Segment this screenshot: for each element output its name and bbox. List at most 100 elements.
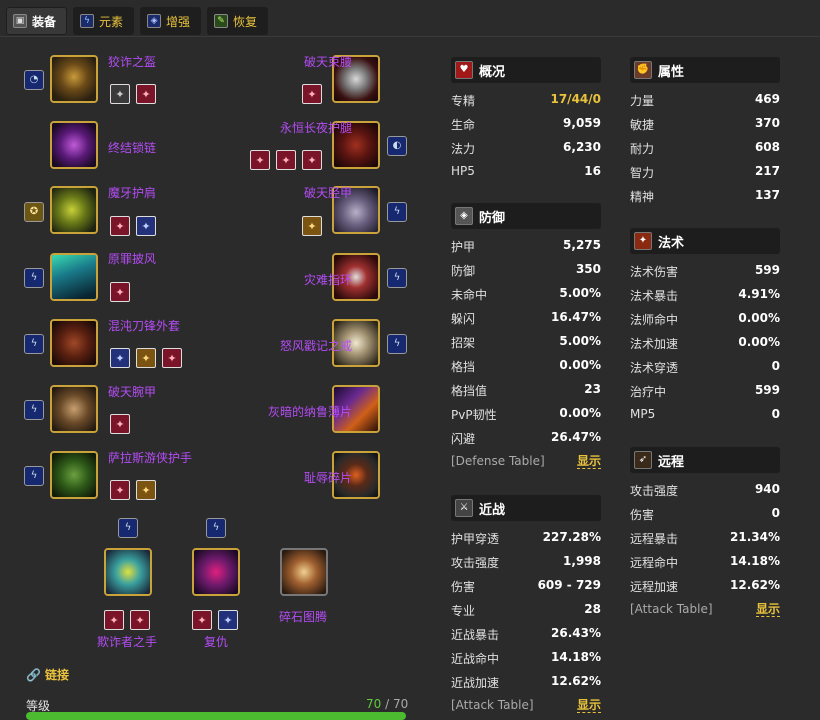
- gear-slot-neck[interactable]: [50, 121, 98, 169]
- stat-value: 137: [754, 188, 780, 202]
- item-name-hands[interactable]: 萨拉斯游侠护手: [108, 449, 192, 466]
- helmet-icon: [52, 57, 96, 101]
- stat-row: 近战加速 12.62%: [451, 670, 601, 694]
- stat-row: 攻击强度 1,998: [451, 550, 601, 574]
- gem-icon[interactable]: ✦: [162, 348, 182, 368]
- gem-icon[interactable]: ✦: [218, 610, 238, 630]
- item-name-neck[interactable]: 终结锁链: [108, 139, 156, 156]
- stat-label: 法术穿透: [630, 361, 679, 375]
- stat-row: 耐力 608: [630, 136, 780, 160]
- table-label: [Attack Table]: [630, 602, 713, 616]
- gear-slot-back[interactable]: [50, 253, 98, 301]
- panel-title: 远程: [658, 454, 685, 470]
- item-name-back[interactable]: 原罪披风: [108, 250, 156, 267]
- link-icon: 🔗: [26, 667, 41, 682]
- enchant-icon[interactable]: ◐: [387, 136, 407, 156]
- item-name-relic[interactable]: 碎石图腾: [279, 608, 327, 625]
- enchant-icon[interactable]: ϟ: [387, 334, 407, 354]
- gem-icon[interactable]: ✦: [302, 84, 322, 104]
- item-name-trinket1[interactable]: 灰暗的纳鲁薄片: [268, 403, 352, 420]
- stat-row: 伤害 609 - 729: [451, 574, 601, 598]
- table-label: [Attack Table]: [451, 698, 534, 712]
- gear-slot-offhand[interactable]: [192, 548, 240, 596]
- enchant-icon[interactable]: ◔: [24, 70, 44, 90]
- stat-value: 0.00%: [738, 311, 780, 325]
- stat-value: 12.62%: [551, 674, 601, 688]
- enchant-icon[interactable]: ϟ: [118, 518, 138, 538]
- stat-row: 闪避 26.47%: [451, 426, 601, 450]
- gear-slot-relic[interactable]: [280, 548, 328, 596]
- tab-elemental[interactable]: ϟ 元素: [73, 7, 135, 35]
- item-name-ring1[interactable]: 灾难指环: [304, 271, 352, 288]
- item-name-chest[interactable]: 混沌刀锋外套: [108, 317, 180, 334]
- enchant-icon[interactable]: ϟ: [206, 518, 226, 538]
- item-name-offhand[interactable]: 复仇: [204, 633, 228, 650]
- gem-icon[interactable]: ✦: [110, 282, 130, 302]
- item-name-ring2[interactable]: 怒风戳记之戒: [280, 337, 352, 354]
- totem-icon: [282, 550, 326, 594]
- panel-header-attributes: ✊ 属性: [630, 57, 780, 83]
- level-progress-bar: [26, 712, 406, 720]
- gem-icon[interactable]: ✦: [110, 348, 130, 368]
- gem-icon[interactable]: ✦: [104, 610, 124, 630]
- stat-value: 1,998: [563, 554, 601, 568]
- stat-row: 法师命中 0.00%: [630, 307, 780, 331]
- item-name-waist[interactable]: 破天束腰: [304, 53, 352, 70]
- stat-row: 生命 9,059: [451, 112, 601, 136]
- enchant-icon[interactable]: ϟ: [387, 202, 407, 222]
- panel-title: 法术: [658, 235, 685, 251]
- enchant-icon[interactable]: ϟ: [24, 466, 44, 486]
- permalink[interactable]: 🔗 链接: [26, 666, 69, 683]
- gem-icon[interactable]: ✦: [276, 150, 296, 170]
- show-table-link[interactable]: 显示: [755, 602, 780, 617]
- gem-icon[interactable]: ✦: [250, 150, 270, 170]
- tab-restoration[interactable]: ✎ 恢复: [207, 7, 269, 35]
- gear-slot-chest[interactable]: [50, 319, 98, 367]
- gem-icon[interactable]: ✦: [136, 348, 156, 368]
- fire-wand-icon: ✦: [634, 232, 652, 250]
- stat-label: 法师命中: [630, 313, 679, 327]
- enchant-icon[interactable]: ϟ: [24, 268, 44, 288]
- stat-label: 精神: [630, 190, 655, 204]
- tab-gear[interactable]: ▣ 装备: [6, 7, 68, 35]
- item-name-feet[interactable]: 破天胫甲: [304, 184, 352, 201]
- gear-slot-mainhand[interactable]: [104, 548, 152, 596]
- table-link-row: [Defense Table] 显示: [451, 450, 601, 474]
- enchant-icon[interactable]: ϟ: [387, 268, 407, 288]
- gem-icon[interactable]: ✦: [110, 414, 130, 434]
- item-name-trinket2[interactable]: 耻辱碎片: [304, 469, 352, 486]
- stat-value: 5,275: [563, 238, 601, 252]
- gem-icon[interactable]: ✦: [192, 610, 212, 630]
- gear-slot-hands[interactable]: [50, 451, 98, 499]
- gem-icon[interactable]: ✦: [302, 216, 322, 236]
- item-name-mainhand[interactable]: 欺诈者之手: [97, 633, 157, 650]
- item-name-wrist[interactable]: 破天腕甲: [108, 383, 156, 400]
- stat-value: 599: [754, 263, 780, 277]
- gem-icon[interactable]: ✦: [110, 216, 130, 236]
- stat-row: 法术穿透 0: [630, 355, 780, 379]
- gear-slot-shoulder[interactable]: [50, 186, 98, 234]
- stat-label: 法术加速: [630, 337, 679, 351]
- gem-icon[interactable]: ✦: [136, 480, 156, 500]
- bracer-icon: [52, 387, 96, 431]
- show-table-link[interactable]: 显示: [576, 698, 601, 713]
- item-name-head[interactable]: 狡诈之盔: [108, 53, 156, 70]
- gem-icon[interactable]: ✦: [302, 150, 322, 170]
- gem-icon[interactable]: ✦: [136, 84, 156, 104]
- stat-label: 法术暴击: [630, 289, 679, 303]
- show-table-link[interactable]: 显示: [576, 454, 601, 469]
- enchant-icon[interactable]: ϟ: [24, 334, 44, 354]
- tab-enhancement[interactable]: ◈ 增强: [140, 7, 202, 35]
- enchant-icon[interactable]: ϟ: [24, 400, 44, 420]
- gem-icon[interactable]: ✦: [136, 216, 156, 236]
- item-name-shoulder[interactable]: 魔牙护肩: [108, 184, 156, 201]
- enchant-icon[interactable]: ✪: [24, 202, 44, 222]
- gem-icon[interactable]: ✦: [110, 84, 130, 104]
- stat-label: 生命: [451, 118, 476, 132]
- gear-slot-wrist[interactable]: [50, 385, 98, 433]
- gem-icon[interactable]: ✦: [110, 480, 130, 500]
- item-name-legs[interactable]: 永恒长夜护腿: [280, 119, 352, 136]
- gem-icon[interactable]: ✦: [130, 610, 150, 630]
- stat-label: 敏捷: [630, 118, 655, 132]
- gear-slot-head[interactable]: [50, 55, 98, 103]
